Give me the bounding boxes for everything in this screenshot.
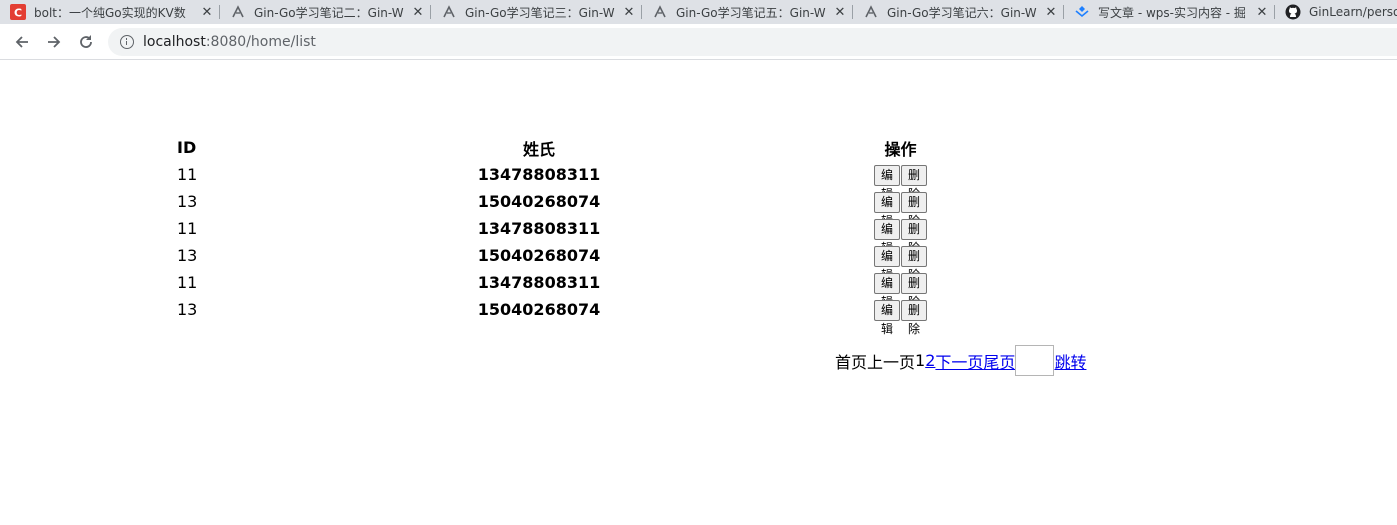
cell-name: 15040268074: [477, 192, 601, 211]
github-icon: [1285, 4, 1301, 20]
cell-name: 13478808311: [477, 165, 601, 184]
cell-actions: 编辑删除: [874, 269, 928, 309]
delete-button[interactable]: 删除: [901, 191, 928, 228]
cell-id: 13: [177, 300, 198, 319]
tab-title: Gin-Go学习笔记五：Gin-W: [676, 5, 826, 20]
pagination-page-link[interactable]: 2: [925, 351, 935, 370]
delete-button[interactable]: 删除: [901, 218, 928, 255]
tab-title: Gin-Go学习笔记六：Gin-W: [887, 5, 1037, 20]
pagination-first: 首页: [835, 352, 868, 372]
close-icon[interactable]: ✕: [409, 5, 427, 20]
close-icon[interactable]: ✕: [620, 5, 638, 20]
browser-tab[interactable]: Gin-Go学习笔记六：Gin-W ✕: [853, 0, 1064, 24]
gin-icon: [230, 4, 246, 20]
pagination-next[interactable]: 下一页: [935, 349, 983, 373]
close-icon[interactable]: ✕: [831, 5, 849, 20]
info-icon[interactable]: [120, 35, 134, 49]
edit-button[interactable]: 编辑: [874, 272, 901, 309]
pagination-last[interactable]: 尾页: [983, 349, 1015, 373]
cell-actions: 编辑删除: [874, 188, 928, 228]
cell-name: 13478808311: [477, 273, 601, 292]
header-name: 姓氏: [522, 139, 555, 159]
browser-tab[interactable]: 写文章 - wps-实习内容 - 掘 ✕: [1064, 0, 1275, 24]
url-text[interactable]: localhost:8080/home/list: [143, 34, 316, 50]
page-content: ID 姓氏 操作 11 13478808311 编辑删除 13 15040268…: [0, 61, 1397, 525]
cell-id: 13: [177, 246, 198, 265]
arrow-left-icon: [15, 36, 28, 48]
browser-tab[interactable]: Gin-Go学习笔记五：Gin-W ✕: [642, 0, 853, 24]
header-id: ID: [177, 138, 197, 157]
tab-title: GinLearn/perso: [1309, 5, 1397, 19]
pagination: 首页 上一页 1 2 下一页 尾页 跳转: [835, 345, 1086, 376]
gin-icon: [652, 4, 668, 20]
arrow-right-icon: [48, 36, 61, 48]
cell-id: 11: [177, 165, 198, 184]
table-row: 13 15040268074 编辑删除: [168, 242, 928, 282]
cell-actions: 编辑删除: [874, 161, 928, 201]
close-icon[interactable]: ✕: [1042, 5, 1060, 20]
juejin-icon: [1074, 4, 1090, 20]
csdn-icon: C: [10, 4, 26, 20]
cell-id: 11: [177, 273, 198, 292]
browser-tab-strip: C bolt：一个纯Go实现的KV数 ✕ Gin-Go学习笔记二：Gin-W ✕…: [0, 0, 1397, 24]
delete-button[interactable]: 删除: [901, 164, 928, 201]
delete-button[interactable]: 删除: [901, 299, 928, 336]
forward-button[interactable]: [42, 30, 66, 54]
header-op: 操作: [884, 139, 917, 159]
table-row: 11 13478808311 编辑删除: [168, 269, 928, 309]
delete-button[interactable]: 删除: [901, 245, 928, 282]
browser-tab[interactable]: C bolt：一个纯Go实现的KV数 ✕: [0, 0, 220, 24]
edit-button[interactable]: 编辑: [874, 245, 901, 282]
table-row: 13 15040268074 编辑删除: [168, 188, 928, 228]
table-row: 13 15040268074 编辑删除: [168, 296, 928, 336]
table-row: 11 13478808311 编辑删除: [168, 161, 928, 201]
tab-title: Gin-Go学习笔记三：Gin-W: [465, 5, 615, 20]
browser-tab[interactable]: GinLearn/perso: [1275, 0, 1397, 24]
close-icon[interactable]: ✕: [1253, 5, 1271, 20]
delete-button[interactable]: 删除: [901, 272, 928, 309]
svg-text:C: C: [14, 7, 22, 20]
cell-id: 11: [177, 219, 198, 238]
edit-button[interactable]: 编辑: [874, 299, 901, 336]
table-row: 11 13478808311 编辑删除: [168, 215, 928, 255]
pagination-jump[interactable]: 跳转: [1054, 349, 1086, 373]
edit-button[interactable]: 编辑: [874, 191, 901, 228]
cell-actions: 编辑删除: [874, 242, 928, 282]
cell-actions: 编辑删除: [874, 296, 928, 336]
tab-title: bolt：一个纯Go实现的KV数: [34, 5, 186, 20]
back-button[interactable]: [10, 30, 34, 54]
cell-name: 13478808311: [477, 219, 601, 238]
pagination-prev: 上一页: [867, 352, 916, 372]
browser-tab[interactable]: Gin-Go学习笔记二：Gin-W ✕: [220, 0, 431, 24]
tab-title: 写文章 - wps-实习内容 - 掘: [1098, 5, 1246, 20]
page-jump-input[interactable]: [1015, 345, 1055, 376]
browser-toolbar: localhost:8080/home/list: [0, 24, 1397, 60]
address-bar[interactable]: localhost:8080/home/list: [108, 28, 1397, 56]
user-table: ID 姓氏 操作 11 13478808311 编辑删除 13 15040268…: [168, 134, 928, 336]
table-header-row: ID 姓氏 操作: [168, 134, 927, 161]
cell-actions: 编辑删除: [874, 215, 928, 255]
cell-name: 15040268074: [477, 246, 601, 265]
pagination-current-page: 1: [915, 351, 926, 370]
edit-button[interactable]: 编辑: [874, 164, 901, 201]
cell-id: 13: [177, 192, 198, 211]
gin-icon: [863, 4, 879, 20]
edit-button[interactable]: 编辑: [874, 218, 901, 255]
tab-title: Gin-Go学习笔记二：Gin-W: [254, 5, 404, 20]
close-icon[interactable]: ✕: [198, 5, 216, 20]
reload-button[interactable]: [74, 30, 98, 54]
cell-name: 15040268074: [477, 300, 601, 319]
browser-tab[interactable]: Gin-Go学习笔记三：Gin-W ✕: [431, 0, 642, 24]
gin-icon: [441, 4, 457, 20]
reload-icon: [80, 35, 92, 48]
